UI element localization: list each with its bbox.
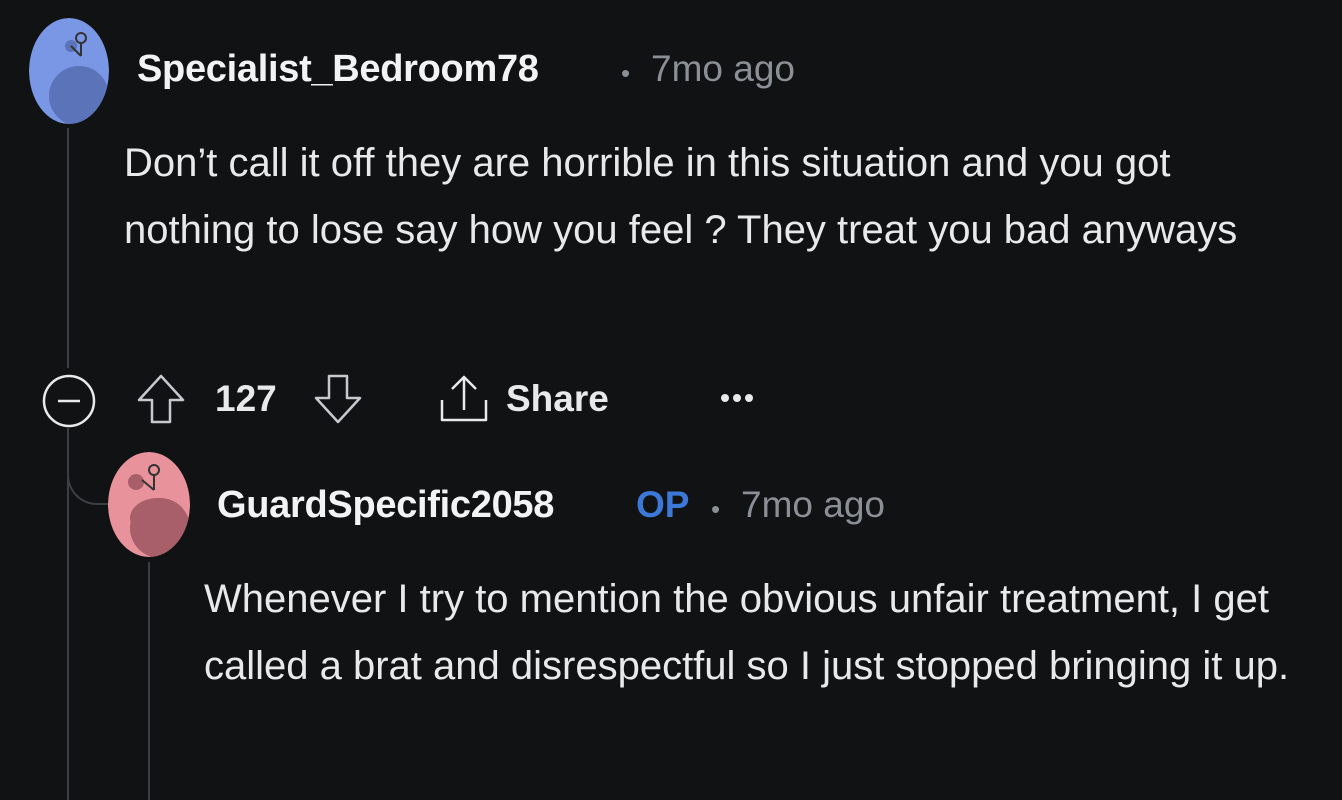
comment-timestamp[interactable]: 7mo ago [741,484,885,526]
upvote-arrow-icon [137,374,185,424]
comment-body: Don’t call it off they are horrible in t… [124,141,1238,252]
comment-body: Whenever I try to mention the obvious un… [204,577,1290,688]
collapse-button[interactable] [41,373,97,429]
op-badge: OP [636,484,690,525]
more-options-button[interactable] [712,378,762,418]
downvote-button[interactable] [310,370,366,428]
thread-line-parent [67,128,69,368]
thread-line-reply [148,562,150,800]
avatar[interactable] [29,18,109,124]
comment-username[interactable]: Specialist_Bedroom78 [137,48,539,91]
collapse-icon [42,374,96,428]
snoo-avatar-icon [108,452,190,557]
meta-separator: • [621,58,631,88]
upvote-button[interactable] [133,370,189,428]
share-button[interactable]: Share [436,370,609,428]
snoo-avatar-icon [29,18,109,124]
more-dots-icon [721,394,753,402]
thread-branch-curve [67,428,109,505]
meta-separator: • [711,494,721,524]
downvote-arrow-icon [314,374,362,424]
share-icon [440,375,488,422]
share-label: Share [506,378,609,419]
avatar[interactable] [108,452,190,557]
comment-timestamp[interactable]: 7mo ago [651,48,795,90]
comment-username[interactable]: GuardSpecific2058 [217,484,554,527]
vote-count: 127 [215,378,277,419]
